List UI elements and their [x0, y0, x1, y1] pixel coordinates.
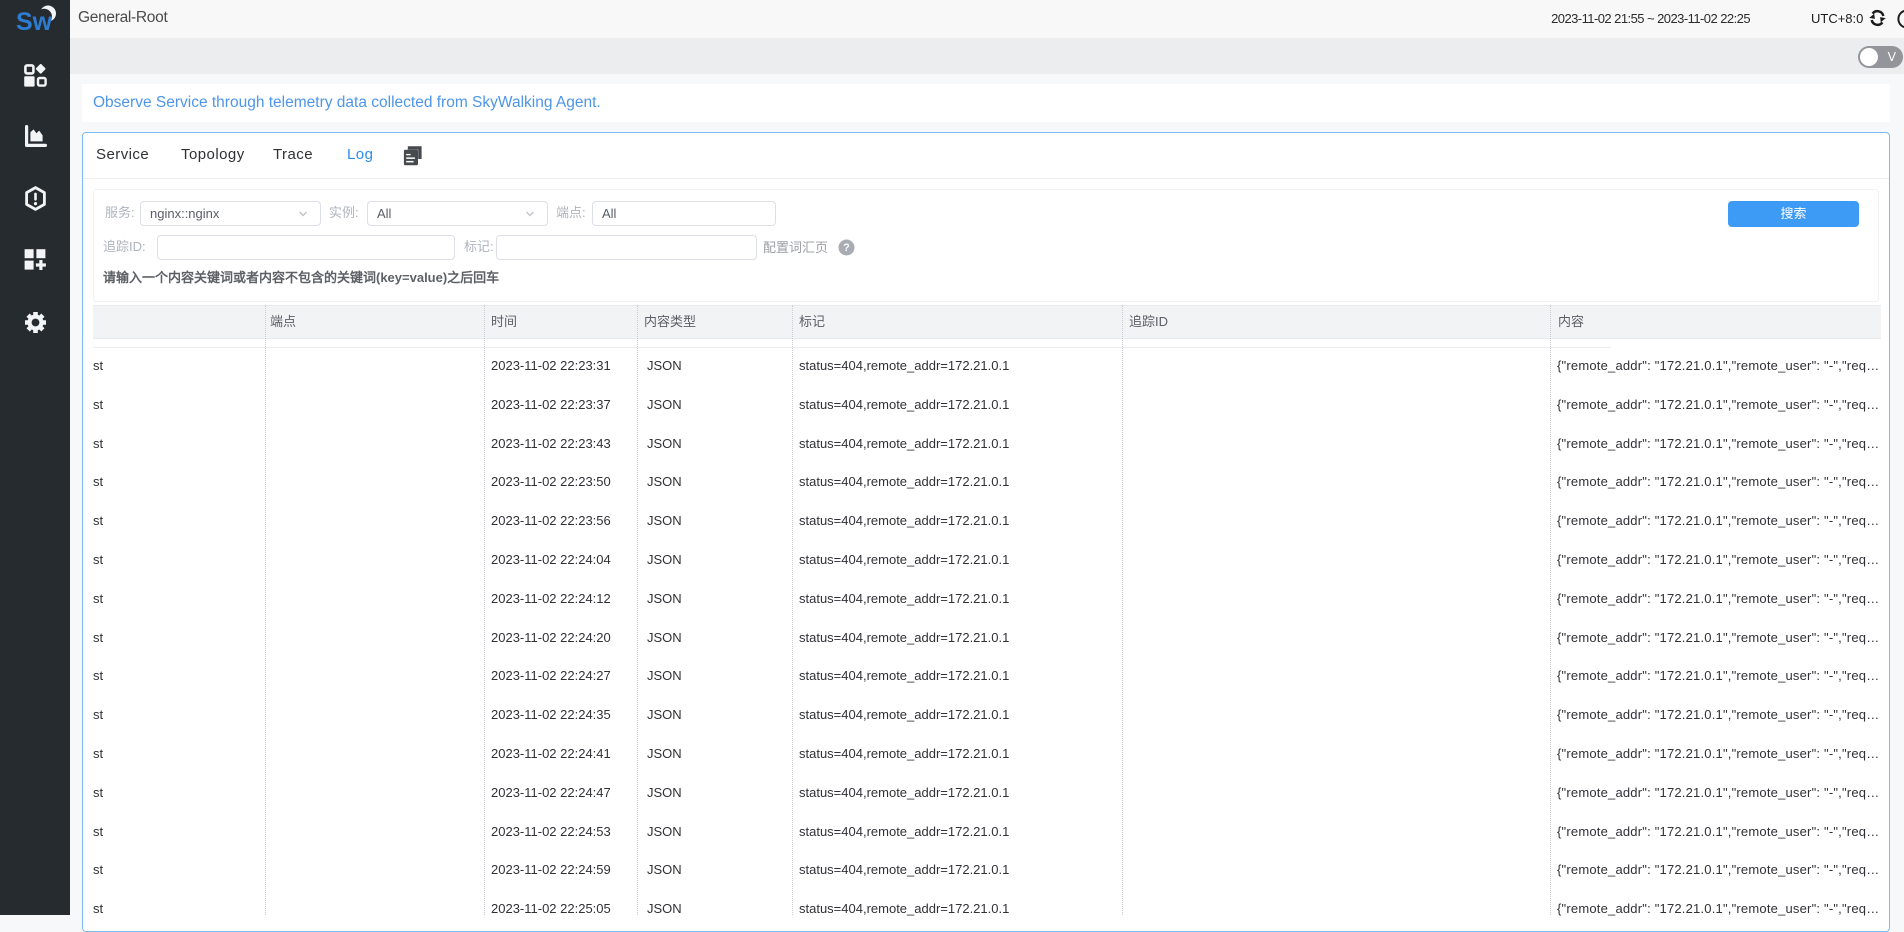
svg-text:?: ?	[843, 242, 850, 254]
svg-text:Sw: Sw	[16, 8, 53, 34]
